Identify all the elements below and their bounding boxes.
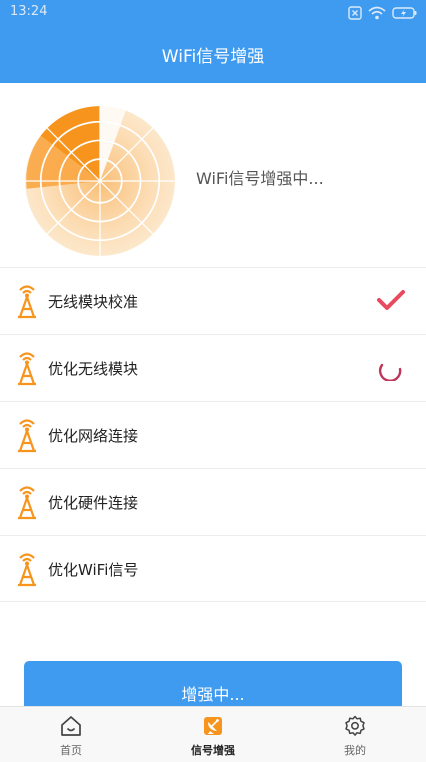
notification-icon <box>348 6 362 20</box>
task-label: 无线模块校准 <box>48 293 139 311</box>
battery-charging-icon <box>392 7 417 19</box>
task-list: 无线模块校准 优化无线模块 优化网络连接 优化硬件连接 优化WiFi信号 <box>0 267 426 602</box>
nav-label: 我的 <box>344 744 366 757</box>
radar-section: WiFi信号增强中... <box>0 83 426 267</box>
nav-label: 信号增强 <box>191 744 235 757</box>
signal-tower-icon <box>18 352 36 386</box>
status-bar: 13:24 <box>0 0 426 26</box>
loading-spinner-icon <box>379 363 402 381</box>
satellite-dish-icon <box>204 717 222 735</box>
task-label: 优化硬件连接 <box>48 494 139 512</box>
status-time: 13:24 <box>10 4 48 19</box>
task-item: 优化网络连接 <box>0 401 426 468</box>
signal-tower-icon <box>18 486 36 520</box>
nav-label: 首页 <box>60 744 82 757</box>
home-icon <box>61 716 81 736</box>
radar-status-text: WiFi信号增强中... <box>196 169 324 188</box>
status-icons <box>348 4 418 22</box>
task-label: 优化无线模块 <box>48 360 139 378</box>
radar-scan-icon <box>25 106 175 256</box>
task-label: 优化网络连接 <box>48 427 139 445</box>
signal-tower-icon <box>18 419 36 453</box>
signal-tower-icon <box>18 285 36 319</box>
wifi-icon <box>368 6 386 20</box>
task-item: 无线模块校准 <box>0 267 426 334</box>
task-item: 优化WiFi信号 <box>0 535 426 602</box>
settings-gear-icon <box>345 715 365 736</box>
task-item: 优化硬件连接 <box>0 468 426 535</box>
signal-tower-icon <box>18 553 36 587</box>
task-item: 优化无线模块 <box>0 334 426 401</box>
enhance-button-label: 增强中... <box>181 685 245 704</box>
check-icon <box>377 290 405 310</box>
page-title: WiFi信号增强 <box>161 47 265 67</box>
title-bar: WiFi信号增强 <box>0 26 426 83</box>
nav-item-signal-boost[interactable]: 信号增强 <box>142 707 284 762</box>
bottom-nav: 首页 信号增强 我的 <box>0 706 426 762</box>
nav-item-home[interactable]: 首页 <box>0 707 142 762</box>
nav-item-mine[interactable]: 我的 <box>284 707 426 762</box>
task-label: 优化WiFi信号 <box>48 561 139 579</box>
